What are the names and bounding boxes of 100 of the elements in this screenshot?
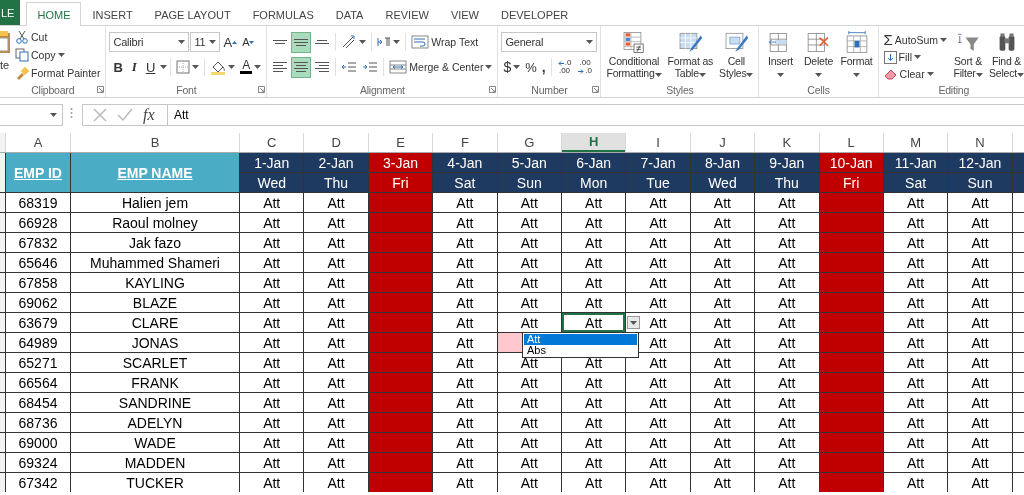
column-header[interactable]: H bbox=[561, 133, 626, 152]
name-box[interactable] bbox=[0, 103, 63, 126]
insert-function-button[interactable]: fx bbox=[143, 105, 155, 124]
row-header[interactable] bbox=[0, 353, 5, 372]
font-size-field[interactable]: 11 bbox=[190, 32, 221, 52]
paste-button[interactable]: te bbox=[0, 28, 11, 78]
currency-button[interactable]: $ bbox=[501, 56, 523, 78]
percent-button[interactable]: % bbox=[523, 56, 539, 78]
cells-button[interactable]: Format bbox=[838, 28, 875, 82]
column-header[interactable]: I bbox=[626, 133, 690, 152]
row-header[interactable] bbox=[0, 273, 5, 292]
row-header[interactable] bbox=[0, 193, 5, 212]
column-header[interactable]: G bbox=[497, 133, 561, 152]
scissors-icon bbox=[15, 30, 29, 44]
row-header[interactable] bbox=[0, 253, 5, 272]
ribbon-tab[interactable]: REVIEW bbox=[374, 3, 440, 25]
column-header[interactable]: L bbox=[819, 133, 883, 152]
arrow-icon bbox=[557, 60, 564, 66]
row-header[interactable] bbox=[0, 233, 5, 252]
ribbon-tab[interactable]: HOME bbox=[26, 2, 82, 26]
number-format-field[interactable]: General bbox=[501, 32, 598, 52]
column-header[interactable]: E bbox=[368, 133, 433, 152]
column-header[interactable]: N bbox=[948, 133, 1012, 152]
table-cell: Att bbox=[626, 413, 690, 432]
ribbon-tab[interactable]: DEVELOPER bbox=[490, 3, 580, 25]
table-cell: Att bbox=[755, 213, 819, 232]
increase-decimal-button[interactable]: .0 .00 bbox=[554, 56, 575, 78]
column-header[interactable] bbox=[1012, 133, 1024, 152]
fill-button[interactable]: Fill bbox=[881, 49, 950, 66]
styles-button[interactable]: Cell Styles bbox=[717, 28, 756, 82]
align-button[interactable] bbox=[291, 31, 312, 53]
shrink-font-button[interactable]: A bbox=[240, 31, 257, 53]
cut-button[interactable]: Cut bbox=[13, 28, 103, 46]
column-header[interactable]: J bbox=[690, 133, 755, 152]
table-cell: Att bbox=[948, 413, 1012, 432]
font-color-button[interactable]: A bbox=[238, 56, 264, 78]
row-header[interactable] bbox=[0, 433, 5, 452]
wrap-text-button[interactable]: Wrap Text bbox=[409, 31, 481, 53]
styles-button[interactable]: Format as Table bbox=[665, 28, 716, 82]
ribbon-tab[interactable]: PAGE LAYOUT bbox=[143, 3, 242, 25]
column-header[interactable]: K bbox=[755, 133, 819, 152]
table-cell: Att bbox=[497, 293, 561, 312]
launcher-icon[interactable] bbox=[592, 86, 600, 93]
caret-icon bbox=[913, 55, 921, 60]
column-header[interactable]: F bbox=[433, 133, 497, 152]
launcher-icon[interactable] bbox=[97, 86, 105, 93]
row-header[interactable] bbox=[0, 453, 5, 472]
decrease-decimal-button[interactable]: .00 .0 bbox=[575, 56, 595, 78]
cancel-icon[interactable] bbox=[93, 107, 107, 122]
dropdown-option[interactable]: Att bbox=[523, 333, 637, 345]
row-header[interactable] bbox=[0, 213, 5, 232]
launcher-icon[interactable] bbox=[489, 86, 497, 93]
ribbon-tab[interactable]: LE bbox=[0, 0, 21, 25]
row-header[interactable] bbox=[0, 473, 5, 492]
clear-button[interactable]: Clear bbox=[881, 65, 950, 82]
cells-button[interactable]: Delete bbox=[800, 28, 837, 82]
copy-button[interactable]: Copy bbox=[13, 46, 103, 64]
table-cell: Att bbox=[304, 333, 368, 352]
cells-button[interactable]: Insert bbox=[762, 28, 799, 82]
font-name-field[interactable]: Calibri bbox=[109, 32, 190, 52]
row-header[interactable] bbox=[0, 373, 5, 392]
row-header[interactable] bbox=[0, 313, 5, 332]
ribbon-tab[interactable]: INSERT bbox=[81, 3, 144, 25]
styles-button[interactable]: Conditional Formatting bbox=[604, 28, 664, 82]
ribbon-tab[interactable]: FORMULAS bbox=[241, 3, 325, 25]
table-cell: Att bbox=[240, 353, 304, 372]
table-cell: Att bbox=[755, 473, 819, 492]
table-cell: Att bbox=[948, 213, 1012, 232]
row-header[interactable] bbox=[0, 333, 5, 352]
format-painter-button[interactable]: Format Painter bbox=[13, 64, 103, 82]
find-select-button[interactable]: Find & Select bbox=[987, 28, 1024, 82]
bold-button[interactable]: B bbox=[109, 56, 127, 78]
column-header[interactable]: M bbox=[883, 133, 948, 152]
column-header[interactable]: B bbox=[71, 133, 239, 152]
table-cell: Att bbox=[497, 453, 561, 472]
column-header[interactable]: A bbox=[6, 133, 70, 152]
fill-down-icon bbox=[883, 50, 897, 64]
align-button[interactable] bbox=[291, 56, 312, 78]
table-cell: Att bbox=[433, 233, 497, 252]
comma-button[interactable]: , bbox=[539, 56, 548, 78]
sort-filter-button[interactable]: Sort & Filter bbox=[951, 28, 986, 82]
italic-button[interactable]: I bbox=[127, 56, 141, 78]
row-header[interactable] bbox=[0, 413, 5, 432]
table-cell: Att bbox=[755, 313, 819, 332]
underline-button[interactable]: U bbox=[141, 56, 160, 78]
row-header[interactable] bbox=[0, 153, 5, 192]
autosum-button[interactable]: ΣAutoSum bbox=[881, 30, 950, 49]
ribbon-tab[interactable]: DATA bbox=[324, 3, 375, 25]
formula-input[interactable]: Att bbox=[168, 103, 1024, 126]
merge-center-button[interactable]: Merge & Center bbox=[387, 56, 495, 78]
row-header[interactable] bbox=[0, 293, 5, 312]
select-all-corner[interactable] bbox=[0, 133, 5, 152]
dropdown-button[interactable] bbox=[627, 316, 641, 329]
ribbon-tab[interactable]: VIEW bbox=[439, 3, 490, 25]
launcher-icon[interactable] bbox=[258, 86, 266, 93]
row-header[interactable] bbox=[0, 393, 5, 412]
enter-icon[interactable] bbox=[117, 107, 133, 122]
column-header[interactable]: C bbox=[240, 133, 304, 152]
grow-font-button[interactable]: A bbox=[221, 31, 240, 53]
column-header[interactable]: D bbox=[304, 133, 368, 152]
